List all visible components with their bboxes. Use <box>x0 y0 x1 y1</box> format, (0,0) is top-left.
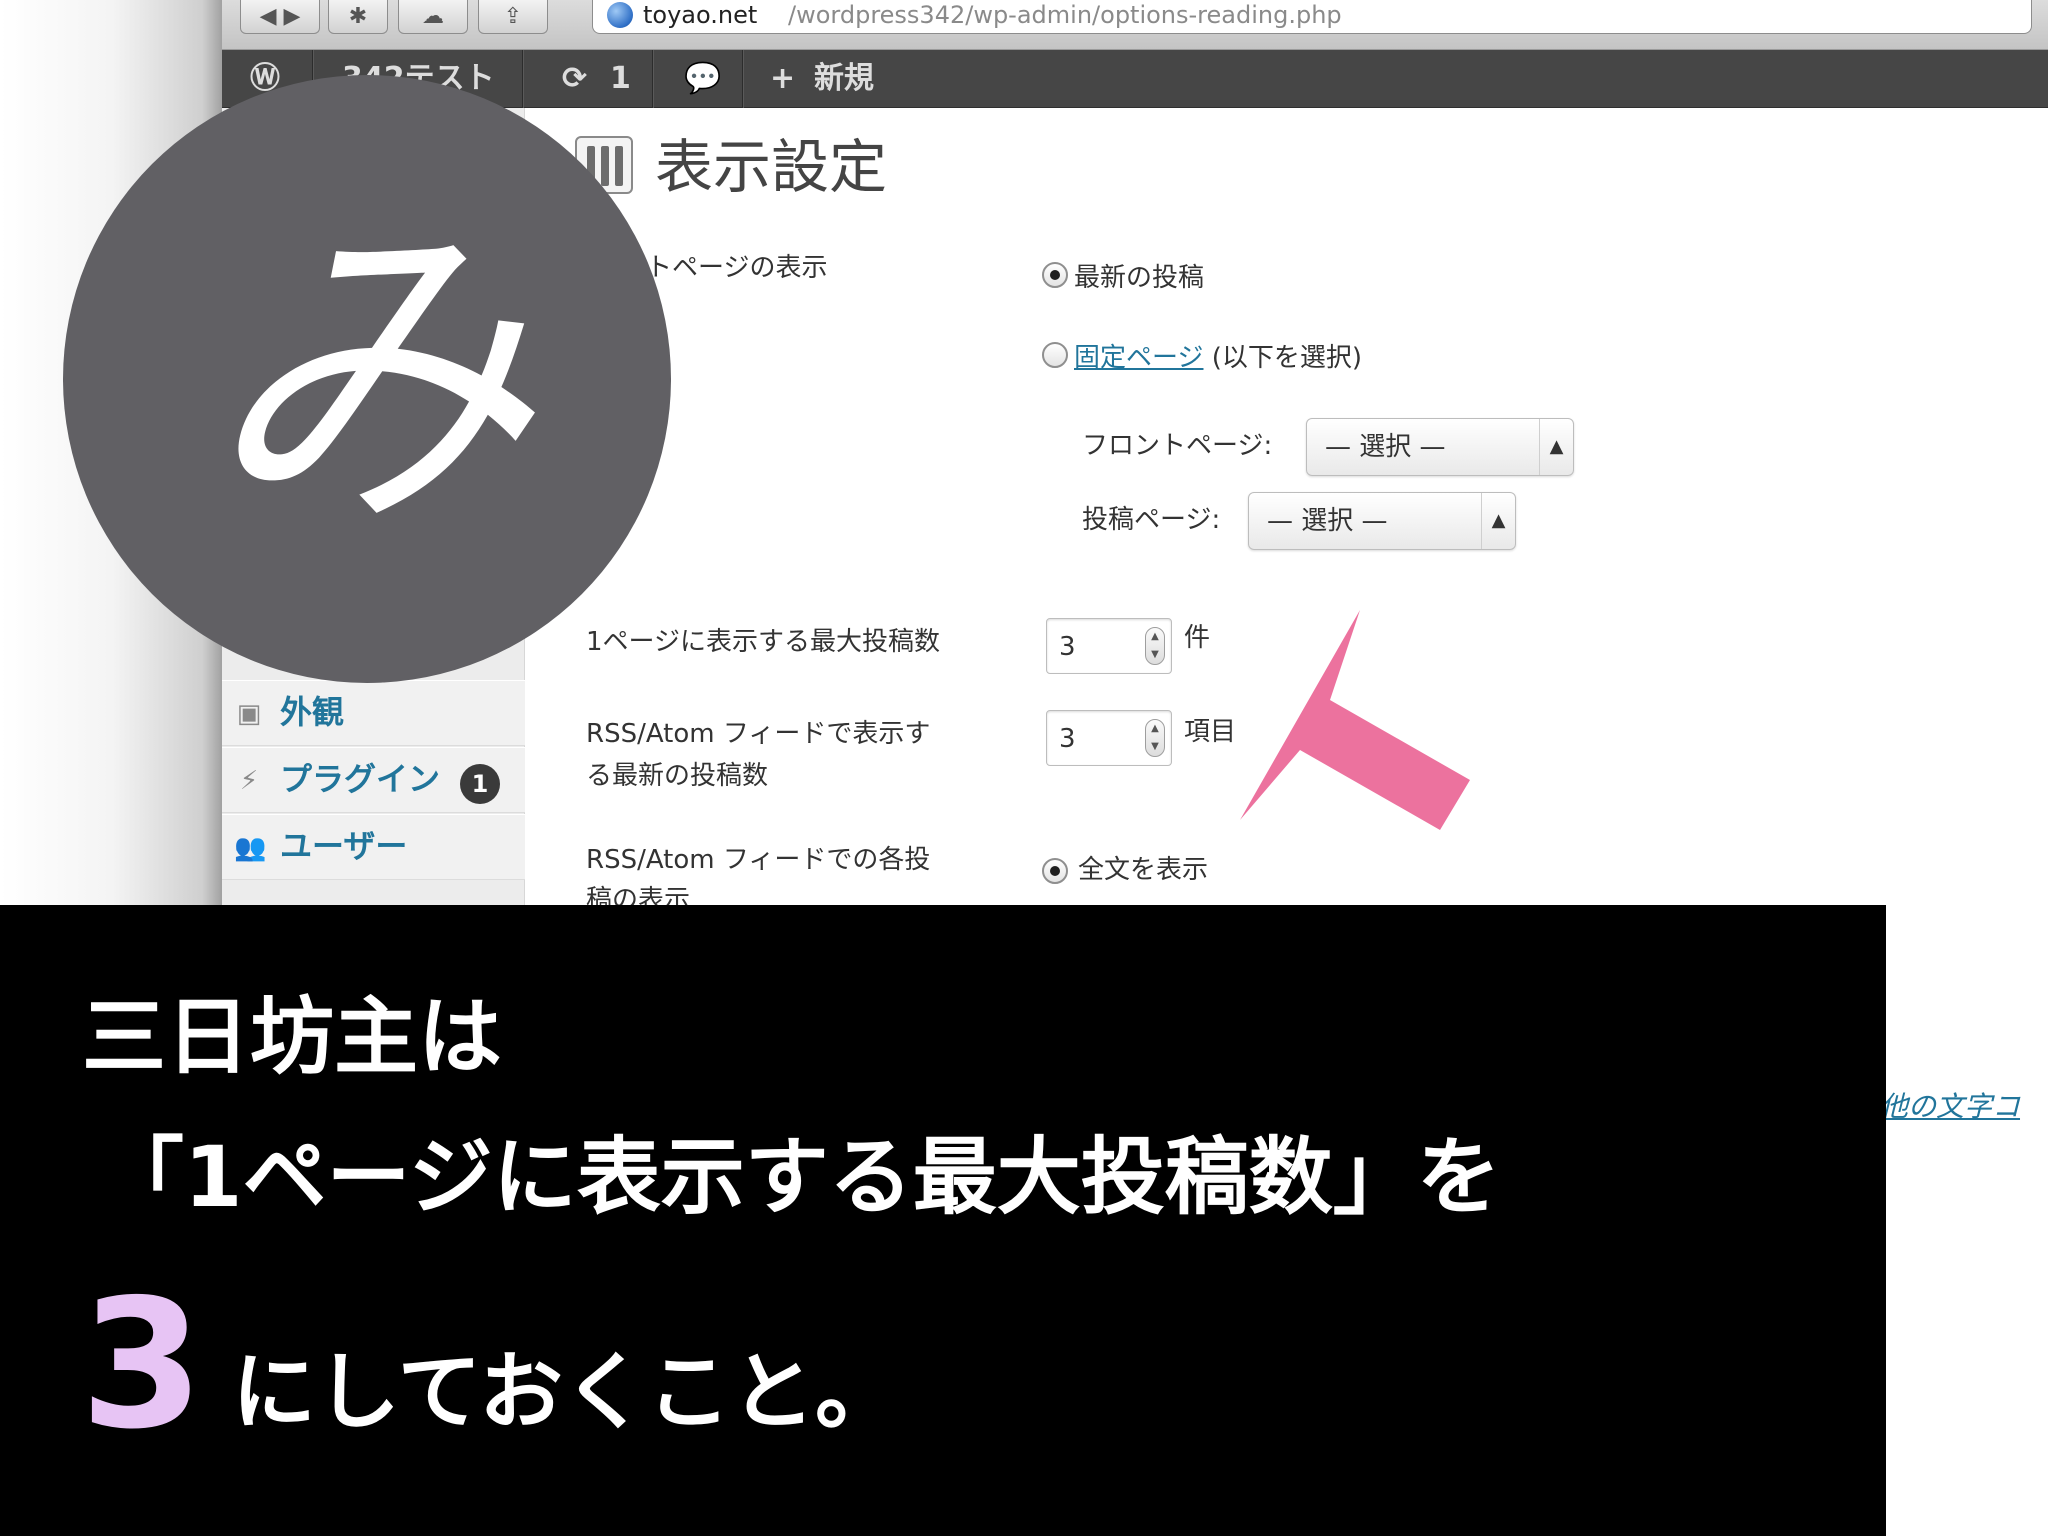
back-forward-button[interactable]: ◀ ▶ <box>240 0 320 34</box>
sidebar-item-appearance[interactable]: ▣ 外観 <box>222 680 525 746</box>
other-encoding-link[interactable]: 他の文字コ <box>1880 1085 2020 1125</box>
comments-icon[interactable]: 💬 <box>684 50 721 108</box>
latest-posts-radio[interactable] <box>1042 262 1068 288</box>
sidebar-item-label: ユーザー <box>280 827 408 865</box>
plugin-update-badge: 1 <box>460 764 500 804</box>
forward-icon: ▶ <box>283 4 301 29</box>
static-page-option: 固定ページ (以下を選択) <box>1074 338 1362 378</box>
select-arrows-icon: ▲ <box>1481 493 1515 549</box>
back-icon: ◀ <box>259 4 277 29</box>
plugin-icon: ⚡ <box>239 766 259 796</box>
front-page-select-value: — 選択 — <box>1325 432 1446 462</box>
sidebar-item-users[interactable]: 👥 ユーザー <box>222 814 525 880</box>
asterisk-icon: ✱ <box>348 4 368 29</box>
url-host: toyao.net <box>643 1 758 29</box>
sidebar-item-label: プラグイン <box>280 760 441 798</box>
slide: ◀ ▶ ✱ ☁ ⇪ toyao.net /wordpress342/wp-adm… <box>0 0 2048 1536</box>
caption-line-1: 三日坊主は <box>82 988 503 1086</box>
badge-character: み <box>202 187 532 571</box>
url-bar[interactable]: toyao.net /wordpress342/wp-admin/options… <box>592 0 2032 34</box>
caption-line-2: 「1ページに表示する最大投稿数」を <box>100 1128 1501 1226</box>
caption-line-3: にしておくこと。 <box>232 1343 899 1441</box>
share-icon: ⇪ <box>503 4 523 29</box>
url-path: /wordpress342/wp-admin/options-reading.p… <box>788 1 1342 29</box>
admin-bar-divider <box>742 50 743 108</box>
caption-highlight-number: 3 <box>80 1261 204 1468</box>
browser-toolbar: ◀ ▶ ✱ ☁ ⇪ toyao.net /wordpress342/wp-adm… <box>222 0 2048 50</box>
pointer-arrow <box>1240 610 1470 830</box>
sidebar-item-plugins[interactable]: ⚡ プラグイン 1 <box>222 747 525 813</box>
front-page-select[interactable]: — 選択 — ▲ <box>1306 418 1574 476</box>
rss-each-label-line1: RSS/Atom フィードでの各投 <box>586 845 931 875</box>
full-text-label: 全文を表示 <box>1078 855 1209 885</box>
cloud-button[interactable]: ☁ <box>398 0 468 34</box>
full-text-radio[interactable] <box>1042 858 1068 884</box>
posts-page-select[interactable]: — 選択 — ▲ <box>1248 492 1516 550</box>
posts-per-page-value: 3 <box>1059 632 1076 662</box>
rss-count-value: 3 <box>1059 724 1076 754</box>
static-page-radio[interactable] <box>1042 342 1068 368</box>
page-title: 表示設定 <box>655 133 888 201</box>
static-page-link[interactable]: 固定ページ <box>1074 343 1203 373</box>
cloud-icon: ☁ <box>422 4 444 29</box>
rss-count-input[interactable]: 3 ▲ ▼ <box>1046 710 1172 766</box>
select-arrows-icon: ▲ <box>1539 419 1573 475</box>
sidebar-item-label: 外観 <box>280 693 345 731</box>
share-button[interactable]: ⇪ <box>478 0 548 34</box>
appearance-icon: ▣ <box>236 699 262 729</box>
stepper-icon[interactable]: ▲ ▼ <box>1145 627 1165 665</box>
users-icon: 👥 <box>234 833 267 863</box>
static-page-suffix: (以下を選択) <box>1211 343 1363 373</box>
caption-panel: 三日坊主は 「1ページに表示する最大投稿数」を 3 にしておくこと。 <box>0 905 1886 1536</box>
plus-icon[interactable]: + <box>770 50 795 108</box>
rss-count-label-line1: RSS/Atom フィードで表示す <box>586 719 931 749</box>
arrow-shape <box>1240 610 1470 830</box>
posts-per-page-input[interactable]: 3 ▲ ▼ <box>1046 618 1172 674</box>
posts-page-select-value: — 選択 — <box>1267 506 1388 536</box>
globe-icon <box>607 2 633 28</box>
logo-badge: み <box>63 75 671 683</box>
rss-count-label-line2: る最新の投稿数 <box>586 761 769 791</box>
extension-button[interactable]: ✱ <box>328 0 388 34</box>
admin-bar-new[interactable]: 新規 <box>814 50 874 108</box>
posts-page-select-label: 投稿ページ: <box>1082 505 1221 535</box>
stepper-icon[interactable]: ▲ ▼ <box>1145 719 1165 757</box>
front-page-select-label: フロントページ: <box>1082 431 1273 461</box>
latest-posts-label: 最新の投稿 <box>1074 263 1205 293</box>
